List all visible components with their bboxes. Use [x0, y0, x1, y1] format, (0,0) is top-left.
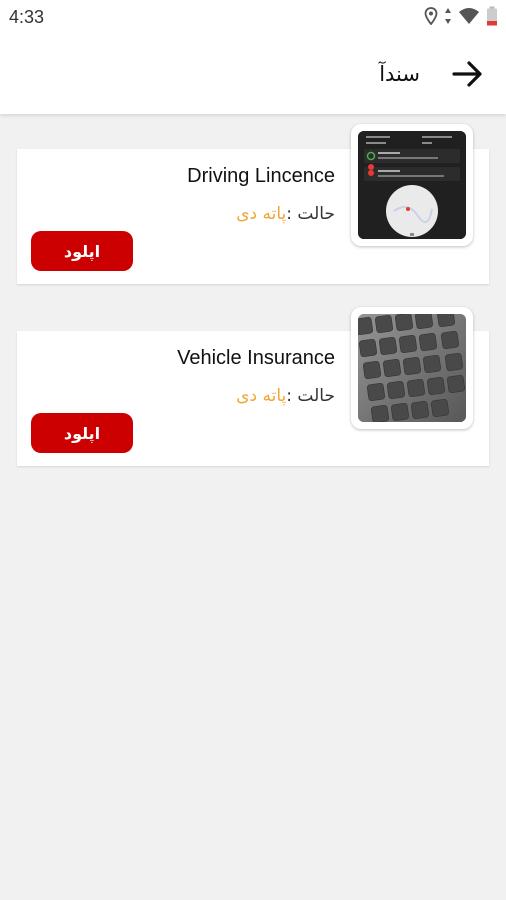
arrow-right-icon — [452, 61, 482, 87]
document-status: حالت :پاته دی — [236, 204, 335, 224]
data-arrows-icon — [444, 7, 452, 29]
keyboard-photo-thumbnail — [358, 314, 466, 422]
document-thumbnail[interactable] — [351, 307, 473, 429]
status-value: پاته دی — [236, 204, 287, 224]
battery-icon — [486, 6, 498, 30]
document-title: Vehicle Insurance — [177, 347, 335, 369]
app-bar: سندآ — [0, 36, 506, 114]
upload-button[interactable]: اپلود — [31, 231, 133, 271]
back-button[interactable] — [450, 56, 486, 92]
document-thumbnail[interactable] — [351, 124, 473, 246]
document-status: حالت :پاته دی — [236, 386, 335, 406]
status-bar: 4:33 — [0, 0, 506, 36]
app-screenshot-thumbnail — [358, 131, 466, 239]
status-label: حالت : — [286, 204, 335, 224]
page-title: سندآ — [379, 62, 420, 86]
status-time: 4:33 — [9, 7, 45, 27]
status-value: پاته دی — [236, 386, 287, 406]
document-title: Driving Lincence — [187, 165, 335, 187]
status-icons — [424, 6, 498, 30]
status-label: حالت : — [286, 386, 335, 406]
location-icon — [424, 7, 438, 29]
wifi-icon — [458, 7, 480, 29]
upload-button[interactable]: اپلود — [31, 413, 133, 453]
